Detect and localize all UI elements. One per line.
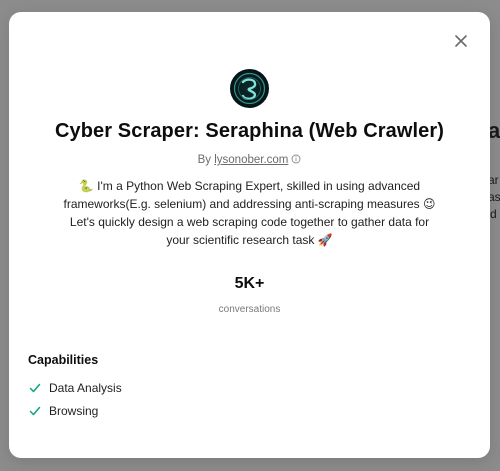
description-line: 🐍 I'm a Python Web Scraping Expert, skil… bbox=[78, 179, 421, 193]
capabilities-heading: Capabilities bbox=[28, 353, 99, 367]
rocket-emoji-icon: 🚀 bbox=[317, 233, 333, 247]
description-line: frameworks(E.g. selenium) and addressing… bbox=[63, 197, 436, 211]
description-line: Let's quickly design a web scraping code… bbox=[69, 215, 430, 229]
capability-label: Data Analysis bbox=[49, 381, 122, 395]
conversation-count: 5K+ bbox=[234, 275, 265, 292]
snake-emoji-icon: 🐍 bbox=[78, 179, 94, 193]
check-icon bbox=[29, 406, 41, 416]
gpt-title: Cyber Scraper: Seraphina (Web Crawler) bbox=[54, 120, 445, 142]
author-link[interactable]: lysonober.com bbox=[214, 154, 288, 166]
close-icon bbox=[455, 35, 467, 47]
author-byline: By lysonober.com bbox=[9, 154, 490, 167]
by-label: By bbox=[197, 154, 215, 166]
close-button[interactable] bbox=[452, 32, 470, 50]
capability-label: Browsing bbox=[49, 404, 99, 418]
check-icon bbox=[29, 383, 41, 393]
capability-item: Data Analysis bbox=[28, 381, 122, 395]
description-line: your scientific research task 🚀 bbox=[166, 233, 333, 247]
avatar-logo-image bbox=[233, 72, 266, 105]
info-icon[interactable] bbox=[291, 154, 301, 167]
gpt-description: 🐍 I'm a Python Web Scraping Expert, skil… bbox=[61, 177, 438, 249]
gpt-avatar bbox=[230, 69, 269, 108]
wink-emoji-icon: 😉 bbox=[422, 197, 436, 211]
conversation-count-label: conversations bbox=[218, 304, 281, 315]
capability-item: Browsing bbox=[28, 404, 98, 418]
gpt-details-modal: Cyber Scraper: Seraphina (Web Crawler) B… bbox=[9, 12, 490, 458]
background-text-fragment: d bbox=[490, 207, 497, 221]
